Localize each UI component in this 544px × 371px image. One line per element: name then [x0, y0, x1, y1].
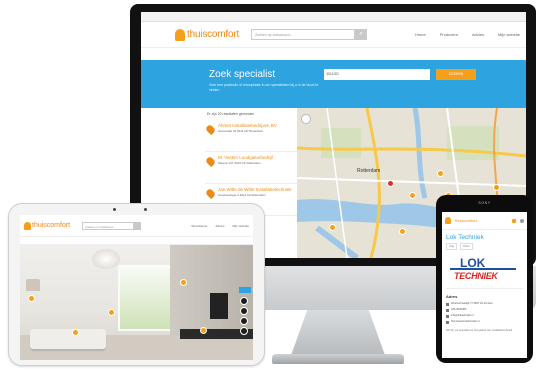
- result-name[interactable]: Ahmet Installatiebedrijven BV: [218, 123, 277, 128]
- room-hotspot[interactable]: [72, 329, 79, 336]
- search-icon[interactable]: [134, 221, 142, 230]
- result-item[interactable]: M. Vesten Loodgieterbedrijf Weena 147 30…: [205, 152, 297, 184]
- map-marker[interactable]: [437, 170, 444, 177]
- side-tool-button[interactable]: [240, 327, 248, 335]
- lamp: [26, 279, 40, 291]
- room-hotspot[interactable]: [180, 279, 187, 286]
- phone-icon: [446, 309, 449, 312]
- room-label-tag[interactable]: [239, 287, 251, 293]
- result-name[interactable]: M. Vesten Loodgieterbedrijf: [218, 155, 273, 160]
- nav-mijn-website[interactable]: Mijn website: [498, 32, 520, 37]
- tablet-breadcrumb: [20, 237, 253, 245]
- share-button[interactable]: Delen: [460, 243, 473, 250]
- site-header: thuiscomfort Zoeken op zoekwoord... ⌕ Ho…: [141, 22, 526, 48]
- search-icon[interactable]: ⌕: [355, 29, 368, 40]
- tablet-search-input[interactable]: Zoeken op zoekwoord...: [82, 221, 135, 230]
- tablet-screen: thuiscomfort Zoeken op zoekwoord... Woon…: [20, 215, 253, 360]
- result-address: Gorsstraat 42 3011 HP Rotterdam: [218, 129, 264, 133]
- map-marker[interactable]: [493, 184, 500, 191]
- side-tool-button[interactable]: [240, 307, 248, 315]
- house-logo-icon: [445, 217, 451, 224]
- website-link[interactable]: http://www.loktechniek.nl: [451, 320, 479, 324]
- result-name[interactable]: Jan Witte de Witte Installatietechniek: [218, 187, 292, 192]
- result-address: Goudsesingel 4 3011 KA Rotterdam: [218, 193, 266, 197]
- banner-title: Zoek specialist: [209, 69, 276, 80]
- company-description: Wij zijn uw specialist op het gebied van…: [446, 329, 513, 332]
- phone-brand: SONY: [478, 201, 491, 205]
- search-input[interactable]: Zoeken op zoekwoord...: [251, 29, 356, 40]
- globe-icon: [446, 321, 449, 324]
- tablet-logo-text[interactable]: thuiscomfort: [32, 222, 70, 229]
- map-marker[interactable]: [409, 192, 416, 199]
- profile-icon[interactable]: [512, 218, 516, 223]
- main-nav: Home Producten Advies Mijn website: [415, 32, 520, 37]
- house-logo-icon: [24, 221, 31, 230]
- follow-button[interactable]: Volg: [446, 243, 458, 250]
- mail-icon: [446, 315, 449, 318]
- desktop-stand-base: [272, 354, 404, 364]
- map-marker[interactable]: [399, 228, 406, 235]
- logo-text: thuiscomfort: [187, 29, 240, 40]
- location-icon: [446, 303, 449, 306]
- zoeken-button[interactable]: ZOEKEN: [436, 69, 476, 80]
- nav-home[interactable]: Home: [415, 32, 426, 37]
- company-logo-bottom: TECHNIEK: [454, 271, 498, 281]
- desktop-stand: [290, 310, 386, 358]
- nav-advies[interactable]: Advies: [472, 32, 484, 37]
- product-showcase: thuiscomfort Zoeken op zoekwoord... ⌕ Ho…: [0, 0, 544, 371]
- result-item[interactable]: Ahmet Installatiebedrijven BV Gorsstraat…: [205, 120, 297, 152]
- interactive-room-image[interactable]: [20, 245, 253, 360]
- menu-icon[interactable]: [520, 218, 524, 223]
- tablet-nav: Woonkamer Advies Mijn website: [191, 224, 249, 228]
- tablet-header: thuiscomfort Zoeken op zoekwoord... Woon…: [20, 215, 253, 237]
- map-pin-icon: [205, 187, 217, 200]
- utility-bar: [141, 12, 526, 22]
- map-city-label: Rotterdam: [357, 168, 381, 174]
- map-marker[interactable]: [329, 224, 336, 231]
- room-hotspot[interactable]: [108, 309, 115, 316]
- map-pin-icon: [205, 123, 217, 136]
- result-address: Weena 147 3013 CK Rotterdam: [218, 161, 261, 165]
- window: [118, 265, 176, 331]
- address-text: Westvoortsedijk 77 6827 AV Arnhem: [451, 302, 493, 305]
- sofa: [30, 329, 106, 349]
- phone-logo-text[interactable]: thuiscomfort: [455, 218, 477, 223]
- tablet-camera: [113, 208, 147, 212]
- room-hotspot[interactable]: [28, 295, 35, 302]
- company-actions: Volg Delen: [442, 243, 527, 250]
- postcode-input[interactable]: 3011GD: [324, 69, 430, 80]
- nav-producten[interactable]: Producten: [440, 32, 458, 37]
- chandelier: [92, 249, 120, 269]
- results-count: Er zijn 20 resultaten gevonden: [207, 112, 255, 116]
- company-title: Lok Techniek: [446, 234, 484, 241]
- phone-number[interactable]: 026-3635383: [451, 308, 466, 312]
- map-pin-icon: [205, 155, 217, 168]
- side-tool-button[interactable]: [240, 317, 248, 325]
- search-banner: Zoek specialist Voer een postcode of woo…: [141, 60, 526, 108]
- tablet-nav-woonkamer[interactable]: Woonkamer: [191, 224, 207, 228]
- company-logo: LOK TECHNIEK: [446, 255, 523, 289]
- site-logo[interactable]: thuiscomfort: [175, 28, 240, 41]
- side-tool-button[interactable]: [240, 297, 248, 305]
- television: [210, 293, 228, 319]
- address-heading: Adres: [446, 294, 458, 299]
- map-marker[interactable]: [387, 180, 394, 187]
- tablet-nav-advies[interactable]: Advies: [215, 224, 224, 228]
- phone-screen: thuiscomfort Lok Techniek Volg Delen LOK…: [442, 212, 527, 358]
- banner-subtitle: Voer een postcode of woonplaats in om sp…: [209, 83, 319, 92]
- logo-swoosh: [450, 268, 516, 270]
- room-hotspot[interactable]: [200, 327, 207, 334]
- email-link[interactable]: info@loktechniek.nl: [451, 314, 474, 318]
- house-logo-icon: [175, 28, 185, 41]
- phone-header: thuiscomfort: [442, 212, 527, 230]
- map-zoom-control[interactable]: [301, 114, 311, 124]
- apple-logo-icon: [334, 277, 354, 299]
- tablet-nav-mijn-website[interactable]: Mijn website: [232, 224, 249, 228]
